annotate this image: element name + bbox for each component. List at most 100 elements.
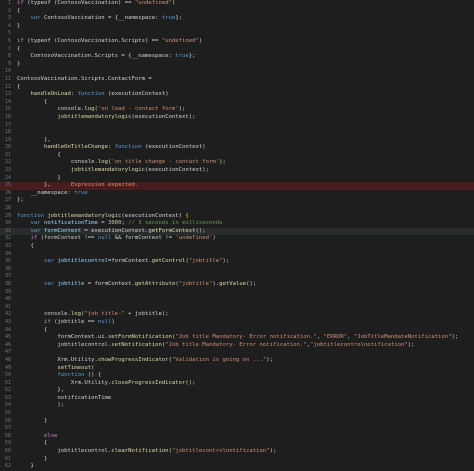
code-line[interactable]: 4} <box>0 23 474 31</box>
code-line[interactable]: 44 { <box>0 327 474 335</box>
code-line[interactable]: 18 <box>0 129 474 137</box>
code-line[interactable]: 51 Xrm.Utility.closeProgressIndicator(); <box>0 380 474 388</box>
code-line[interactable]: 5 <box>0 30 474 38</box>
code-line[interactable]: 31 var formContext = executionContext.ge… <box>0 227 474 236</box>
code-token: notificationTime <box>43 220 98 227</box>
line-number: 26 <box>4 189 11 196</box>
line-number: 31 <box>4 227 11 234</box>
code-token: Xrm.Utility. <box>17 379 112 386</box>
code-token: "Job title Mandatory- Error notification… <box>165 341 307 348</box>
code-line[interactable]: 26 __namespace: true <box>0 190 474 198</box>
code-line[interactable]: 32 if (formContext !== null && formConte… <box>0 235 474 243</box>
line-number: 53 <box>4 394 11 401</box>
code-token: ) <box>111 318 115 325</box>
code-line-error[interactable]: 25 }, Expression expected. <box>0 182 474 190</box>
code-token: "job title-" <box>84 311 125 318</box>
code-token: handleOnLoad <box>30 91 71 98</box>
code-token: true <box>74 189 88 196</box>
code-line[interactable]: 34 <box>0 251 474 259</box>
code-line[interactable]: 47 <box>0 349 474 357</box>
code-line[interactable]: 45 formContext.ui.setFormNotification("J… <box>0 334 474 342</box>
code-line[interactable]: 9} <box>0 61 474 69</box>
code-token: (typeof (ContosoVaccination.Scripts) == <box>27 37 162 44</box>
code-token: { <box>17 98 48 105</box>
code-line[interactable]: 8 ContosoVaccination.Scripts = {__namesp… <box>0 53 474 61</box>
code-line[interactable]: 43 if (jobtitle == null) <box>0 319 474 327</box>
code-line[interactable]: 24 } <box>0 175 474 183</box>
code-line[interactable]: 36 <box>0 266 474 274</box>
code-token: (); <box>246 280 257 287</box>
code-line[interactable]: 55 <box>0 410 474 418</box>
code-line[interactable]: 30 var notificationTime = 3000; // 3 sec… <box>0 220 474 228</box>
code-token: notificationTime <box>17 394 112 401</box>
code-line[interactable]: 27}; <box>0 197 474 205</box>
code-line[interactable]: 42 console.log("job title-" + jobtitle); <box>0 311 474 319</box>
code-line[interactable]: 37 <box>0 273 474 281</box>
code-token: =formContext. <box>107 258 152 265</box>
code-token: jobtitlemandatorylogic <box>70 167 145 174</box>
code-line[interactable]: 49 setTimeout( <box>0 365 474 373</box>
code-line[interactable]: 23 jobtitlemandatorylogic(executionConte… <box>0 167 474 175</box>
code-token: ); <box>222 258 230 265</box>
code-line[interactable]: 35 var jobtitlecontrol=formContext.getCo… <box>0 258 474 266</box>
code-line[interactable]: 7{ <box>0 46 474 54</box>
code-line[interactable]: 29 function jobtitlemandatorylogic(execut… <box>0 213 474 221</box>
code-line[interactable]: 16 jobtitlemandatorylogic(executionConte… <box>0 114 474 122</box>
code-editor[interactable]: 1 if (typeof (ContosoVaccination) == "und… <box>0 0 474 469</box>
code-line[interactable]: 11 ContosoVaccination.Scripts.ContactForm… <box>0 76 474 84</box>
code-line[interactable]: 52 }, <box>0 387 474 395</box>
code-line[interactable]: 28 <box>0 205 474 213</box>
code-line[interactable]: 13 handleOnLoad: function (executionCont… <box>0 91 474 99</box>
code-line[interactable]: 21 { <box>0 152 474 160</box>
line-number: 24 <box>4 174 11 181</box>
code-line[interactable]: 40 <box>0 296 474 304</box>
code-line[interactable]: 20 handleOnTitleChange: function (execut… <box>0 144 474 152</box>
code-line[interactable]: 39 <box>0 289 474 297</box>
code-line[interactable]: 60 jobtitlecontrol.clearNotification("jo… <box>0 448 474 456</box>
code-token: ) <box>212 235 216 242</box>
code-text: var notificationTime = 3000; // 3 second… <box>17 220 474 228</box>
line-number: 35 <box>4 258 11 265</box>
code-line[interactable]: 3 var ContosoVaccination = {__namespace:… <box>0 15 474 23</box>
code-line[interactable]: 58 else <box>0 433 474 441</box>
line-number: 12 <box>4 83 11 90</box>
code-token: }; <box>175 15 183 22</box>
code-line[interactable]: 19 }, <box>0 137 474 145</box>
code-token: closeProgressIndicator <box>111 379 186 386</box>
code-line[interactable]: 61 } <box>0 456 474 464</box>
code-line[interactable]: 17 <box>0 122 474 130</box>
code-token: } <box>17 60 21 67</box>
code-token: function <box>57 372 88 379</box>
code-line[interactable]: 15 console.log('on load - contact form')… <box>0 106 474 114</box>
code-line[interactable]: 62 } <box>0 463 474 471</box>
line-number: 10 <box>4 68 11 75</box>
code-line[interactable]: 14 { <box>0 99 474 107</box>
code-line[interactable]: 56 } <box>0 418 474 426</box>
code-token: Xrm.Utility. <box>17 356 98 363</box>
code-line[interactable]: 12 { <box>0 84 474 92</box>
code-line[interactable]: 50 function () { <box>0 372 474 380</box>
code-line[interactable]: 6 if (typeof (ContosoVaccination.Scripts)… <box>0 38 474 46</box>
code-line[interactable]: 54 ); <box>0 402 474 410</box>
code-line[interactable]: 10 <box>0 68 474 76</box>
code-line[interactable]: 57 <box>0 425 474 433</box>
code-line[interactable]: 53 notificationTime <box>0 395 474 403</box>
code-line[interactable]: 38 var jobtitle = formContext.getAttribu… <box>0 281 474 289</box>
code-line[interactable]: 22 console.log('on title change - contac… <box>0 159 474 167</box>
code-line[interactable]: 59 { <box>0 440 474 448</box>
code-token: 3000 <box>107 220 122 227</box>
code-line[interactable]: 2{ <box>0 8 474 16</box>
code-token: function <box>17 212 48 219</box>
code-line[interactable]: 41 <box>0 304 474 312</box>
code-line[interactable]: 48 Xrm.Utility.showProgressIndicator("Va… <box>0 357 474 365</box>
code-line[interactable]: 1 if (typeof (ContosoVaccination) == "und… <box>0 0 474 8</box>
code-line[interactable]: 33 { <box>0 243 474 251</box>
code-token: : <box>70 91 78 98</box>
code-line[interactable]: 46 jobtitlecontrol.setNotification("Job … <box>0 342 474 350</box>
